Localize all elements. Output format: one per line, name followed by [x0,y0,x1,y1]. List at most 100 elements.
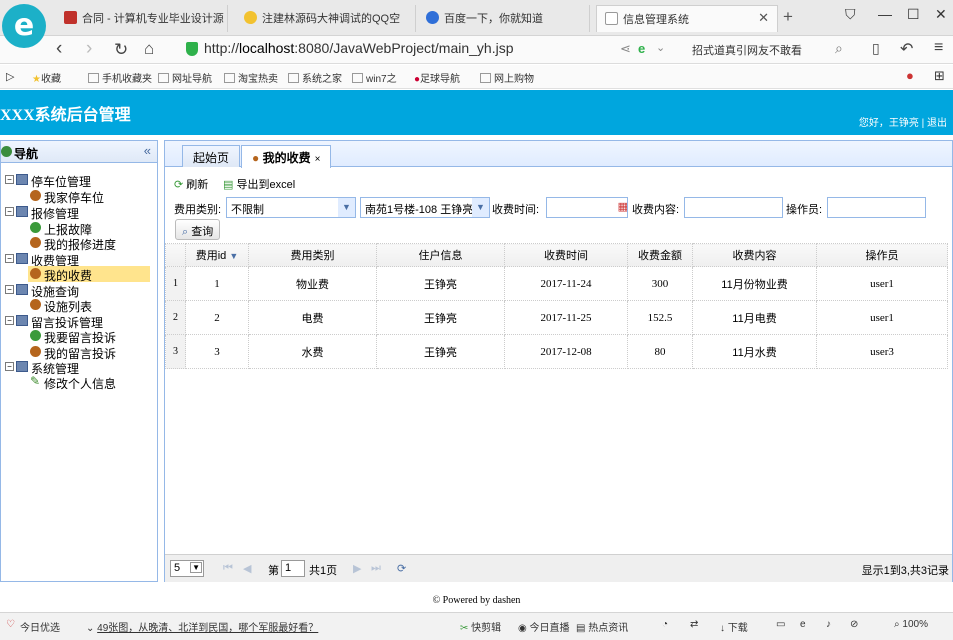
resident-select[interactable]: 南苑1号楼-108 王铮亮 ▼ [360,197,490,218]
search-button[interactable]: ⌕ 查询 [175,219,221,240]
table-row[interactable]: 2 2 电费 王铮亮 2017-11-25 152.5 11月电费 user1 [165,300,948,335]
hot-news-button[interactable]: ▤ 热点资讯 [576,619,628,634]
collapse-icon[interactable]: « [144,143,151,158]
collapse-toggle-icon[interactable]: − [5,362,14,371]
user-greeting[interactable]: 您好，王铮亮 | 退出 [859,114,947,129]
speed-icon[interactable]: ◔ [662,619,668,630]
browser-tab[interactable]: 合同 - 计算机专业毕业设计源 [56,5,228,32]
tree-group-system[interactable]: − 系统管理 [1,359,157,376]
column-header[interactable]: 收费时间 [504,243,628,267]
bookmark-item[interactable]: 手机收藏夹 [88,70,152,85]
column-header[interactable]: 收费内容 [692,243,817,267]
chevron-down-icon[interactable]: ⌄ [656,41,665,54]
calendar-icon[interactable]: ▦ [618,200,627,213]
sync-icon[interactable]: ⇄ [690,619,698,630]
operator-input[interactable] [827,197,926,218]
ie-mode-icon[interactable]: e [638,41,645,56]
news-headline[interactable]: ⌄ 49张图，从晚清、北洋到民国，哪个军服最好看？ [86,619,318,634]
notification-icon[interactable]: ● [906,68,914,83]
ie-icon[interactable]: e [800,619,806,630]
forward-icon[interactable]: › [86,38,92,60]
column-header[interactable]: 操作员 [816,243,948,267]
menu-icon[interactable]: ≡ [934,39,943,57]
bookmark-item[interactable]: ★收藏 [32,70,61,85]
table-row[interactable]: 3 3 水费 王铮亮 2017-12-08 80 11月水费 user3 [165,334,948,369]
bookmark-toggle-icon[interactable]: ▷ [6,70,14,83]
fee-time-input[interactable]: ▦ [546,197,628,218]
share-icon[interactable]: ⋖ [620,41,631,57]
today-picks[interactable]: 今日优选 [20,619,60,634]
undo-icon[interactable]: ↶ [900,39,913,59]
tab-my-fees[interactable]: ● 我的收费 × [241,145,332,168]
bookmark-item[interactable]: 淘宝热卖 [224,70,278,85]
back-icon[interactable]: ‹ [56,38,62,60]
browser-tab[interactable]: 注建林源码大神调试的QQ空 [236,5,416,32]
tree-item-report-fault[interactable]: 上报故障 [1,220,157,237]
volume-icon[interactable]: ♪ [826,619,831,630]
last-page-icon[interactable]: ⏭ [371,562,381,575]
bookmark-item[interactable]: 网上购物 [480,70,534,85]
tree-group-fees[interactable]: − 收费管理 [1,251,157,268]
tree-group-facilities[interactable]: − 设施查询 [1,282,157,299]
close-tab-icon[interactable]: ✕ [758,10,769,26]
collapse-toggle-icon[interactable]: − [5,285,14,294]
zoom-level[interactable]: ⌕ 100% [894,619,928,630]
screenshot-icon[interactable]: ▭ [776,619,785,630]
collapse-toggle-icon[interactable]: − [5,175,14,184]
browser-tab-active[interactable]: 信息管理系统 ✕ [596,5,778,32]
prev-page-icon[interactable]: ◀ [243,562,251,575]
bookmark-item[interactable]: ●足球导航 [414,70,460,85]
address-bar: ‹ › ↻ ⌂ http://localhost:8080/JavaWebPro… [0,36,953,64]
tab-home[interactable]: 起始页 [182,145,241,167]
table-row[interactable]: 1 1 物业费 王铮亮 2017-11-24 300 11月份物业费 user1 [165,266,948,301]
bookmark-item[interactable]: 网址导航 [158,70,212,85]
tree-item-my-fees[interactable]: 我的收费 [28,266,150,283]
close-icon[interactable]: × [315,154,321,165]
column-header[interactable]: 费用id ▼ [185,243,249,267]
tree-group-repair[interactable]: − 报修管理 [1,204,157,221]
first-page-icon[interactable]: ⏮ [223,562,233,575]
live-button[interactable]: ◉ 今日直播 [518,619,570,634]
collapse-toggle-icon[interactable]: − [5,207,14,216]
collapse-toggle-icon[interactable]: − [5,254,14,263]
refresh-icon[interactable]: ↻ [114,40,128,60]
column-header[interactable]: 费用类别 [248,243,377,267]
new-tab-button[interactable]: + [783,7,793,27]
tree-group-complaints[interactable]: − 留言投诉管理 [1,313,157,330]
tree-item-submit-complaint[interactable]: 我要留言投诉 [1,328,157,345]
maximize-icon[interactable]: ☐ [907,6,920,23]
fee-type-select[interactable]: 不限制 ▼ [226,197,356,218]
column-label: 费用id [195,250,227,262]
tree-item-my-parking[interactable]: 我家停车位 [1,188,157,205]
tree-item-repair-progress[interactable]: 我的报修进度 [1,235,157,252]
quick-edit-button[interactable]: ✂ 快剪辑 [460,619,501,634]
column-header[interactable]: 收费金额 [627,243,693,267]
home-icon[interactable]: ⌂ [144,39,154,59]
close-window-icon[interactable]: ✕ [935,6,947,23]
url-field[interactable]: http://localhost:8080/JavaWebProject/mai… [204,40,514,56]
apps-grid-icon[interactable]: ⊞ [934,68,945,84]
adblock-icon[interactable]: ⊘ [850,619,858,630]
page-size-select[interactable]: 5 ▼ [170,560,204,577]
minimize-icon[interactable]: — [878,6,892,22]
shirt-skin-icon[interactable]: ⛉ [845,6,856,23]
tree-item-my-complaints[interactable]: 我的留言投诉 [1,344,157,361]
browser-tab[interactable]: 百度一下，你就知道 [418,5,590,32]
next-page-icon[interactable]: ▶ [353,562,361,575]
tree-group-parking[interactable]: − 停车位管理 [1,172,157,189]
phone-icon[interactable]: ▯ [872,40,880,57]
reload-icon[interactable]: ⟳ [397,562,406,575]
export-excel-button[interactable]: ▤ 导出到excel [223,176,295,192]
tree-item-facility-list[interactable]: 设施列表 [1,297,157,314]
bookmark-item[interactable]: 系统之家 [288,70,342,85]
column-header[interactable]: 住户信息 [376,243,505,267]
tree-item-edit-profile[interactable]: ✎ 修改个人信息 [1,374,157,391]
refresh-button[interactable]: ⟳ 刷新 [174,176,208,192]
search-icon[interactable]: ⌕ [835,40,843,57]
collapse-toggle-icon[interactable]: − [5,316,14,325]
bookmark-item[interactable]: win7之 [352,70,397,85]
download-button[interactable]: ↓ 下载 [720,619,748,634]
news-headline[interactable]: 招式道真引网友不敢看 [692,42,802,58]
fee-content-input[interactable] [684,197,783,218]
page-number-input[interactable]: 1 [281,560,305,577]
